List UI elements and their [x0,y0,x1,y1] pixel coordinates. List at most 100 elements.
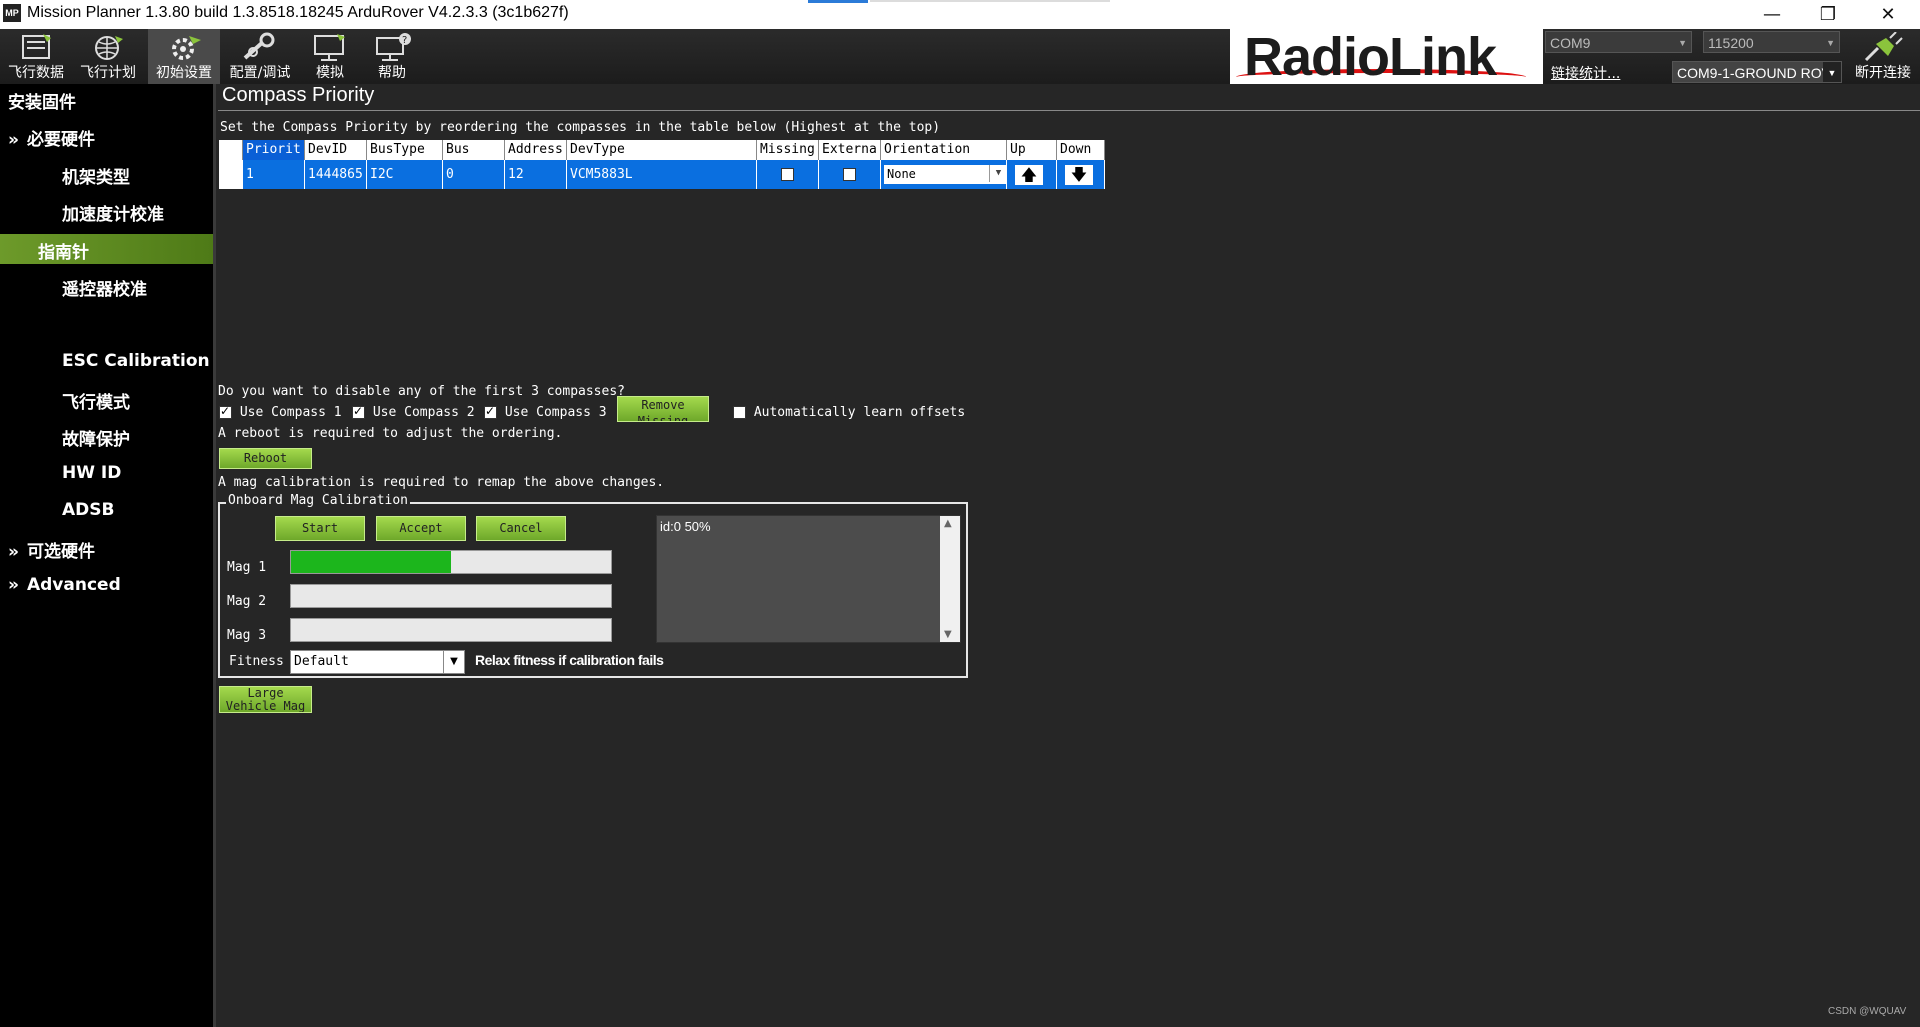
row-header[interactable] [219,160,243,189]
sidebar-item-hw-id[interactable]: HW ID [62,463,121,483]
cancel-button[interactable]: Cancel [476,516,566,541]
initial-setup-icon [172,36,201,60]
auto-learn-checkbox[interactable] [733,406,746,419]
link-stats-link[interactable]: 链接统计... [1551,63,1620,83]
sidebar-item-mandatory-hardware[interactable]: » 必要硬件 [8,125,95,150]
cell-address[interactable]: 12 [505,160,567,189]
chevron-down-icon: ▼ [1823,62,1841,82]
close-button[interactable]: ✕ [1860,0,1916,29]
sidebar-item-install-firmware[interactable]: 安装固件 [8,88,76,113]
setup-sidebar: 安装固件 » 必要硬件 机架类型 加速度计校准 指南针 遥控器校准 ESC Cal… [0,84,213,1027]
group-legend: Onboard Mag Calibration [226,493,411,508]
sidebar-item-compass[interactable]: 指南针 [0,234,213,264]
arrow-up-icon: 🡅 [1020,165,1038,184]
cell-priority[interactable]: 1 [243,160,305,189]
sidebar-item-adsb[interactable]: ADSB [62,500,114,520]
move-down-button[interactable]: 🡇 [1065,165,1093,185]
toolbar-label: 飞行数据 [8,65,64,81]
toolbar-config-tuning[interactable]: 配置/调试 [224,29,296,84]
auto-learn-offsets[interactable]: Automatically learn offsets [733,405,965,420]
plug-icon [1864,32,1903,62]
page-title: Compass Priority [222,84,375,106]
sidebar-item-advanced[interactable]: » Advanced [8,575,121,595]
cell-external[interactable] [819,160,881,189]
minimize-button[interactable]: — [1744,0,1800,29]
disconnect-button[interactable]: 断开连接 [1846,29,1920,84]
cell-bustype[interactable]: I2C [367,160,443,189]
column-header[interactable]: Missing [757,140,819,160]
cell-bus[interactable]: 0 [443,160,505,189]
cell-up[interactable]: 🡅 [1007,160,1057,189]
cell-down[interactable]: 🡇 [1057,160,1105,189]
reboot-note: A reboot is required to adjust the order… [218,426,563,441]
use-compass-3-checkbox[interactable] [484,404,497,419]
calibration-log[interactable]: id:0 50% ▲ ▼ [656,515,961,643]
chevron-down-icon: ▼ [1678,38,1687,48]
use-compass-3[interactable]: Use Compass 3 [484,404,607,420]
sidebar-item-frame-type[interactable]: 机架类型 [62,163,130,188]
toolbar-initial-setup[interactable]: 初始设置 [148,29,220,84]
cell-devtype[interactable]: VCM5883L [567,160,757,189]
sidebar-item-label: Advanced [26,575,121,595]
sidebar-item-radio-calibration[interactable]: 遥控器校准 [62,275,147,300]
column-header[interactable]: DevID [305,140,367,160]
restore-button[interactable]: ❐ [1800,0,1856,29]
large-vehicle-mag-button[interactable]: Large Vehicle Mag [219,686,312,713]
scroll-up-icon[interactable]: ▲ [944,518,952,529]
fitness-select[interactable]: Default ▼ [290,650,465,674]
chevron-down-icon: ▼ [989,165,1006,182]
cell-orientation[interactable]: None ▼ [881,160,1007,189]
log-text: id:0 50% [660,519,711,534]
svg-text:?: ? [402,35,407,46]
sidebar-item-failsafe[interactable]: 故障保护 [62,425,130,450]
column-header[interactable]: BusType [367,140,443,160]
baud-select[interactable]: 115200 ▼ [1703,31,1840,53]
column-header[interactable]: Orientation [881,140,1007,160]
sidebar-item-label: 可选硬件 [26,542,95,562]
column-header[interactable]: Externa [819,140,881,160]
toolbar-flight-data[interactable]: 飞行数据 [0,29,72,84]
sidebar-item-accel-calibration[interactable]: 加速度计校准 [62,200,164,225]
sidebar-item-flight-modes[interactable]: 飞行模式 [62,388,130,413]
log-scrollbar[interactable]: ▲ ▼ [940,516,960,642]
connection-select[interactable]: COM9-1-GROUND ROVER ▼ [1672,61,1842,83]
column-header[interactable]: Priorit [243,140,305,160]
use-compass-1-label: Use Compass 1 [239,405,342,420]
reboot-button[interactable]: Reboot [219,448,312,469]
use-compass-1[interactable]: Use Compass 1 [219,404,342,420]
column-header[interactable]: DevType [567,140,757,160]
remove-missing-button[interactable]: Remove Missing [617,396,709,422]
external-checkbox[interactable] [843,168,856,181]
column-header[interactable]: Address [505,140,567,160]
accept-button[interactable]: Accept [376,516,466,541]
start-button[interactable]: Start [275,516,365,541]
compass-priority-table[interactable]: Priorit DevID BusType Bus Address DevTyp… [219,140,1105,189]
mag-3-label: Mag 3 [227,628,267,643]
sidebar-item-esc-calibration[interactable]: ESC Calibration [62,351,210,371]
move-up-button[interactable]: 🡅 [1015,165,1043,185]
mag-cal-note: A mag calibration is required to remap t… [218,475,665,490]
cell-missing[interactable] [757,160,819,189]
orientation-select[interactable]: None ▼ [884,165,1006,184]
connection-value: COM9-1-GROUND ROVER [1677,65,1842,81]
column-header[interactable]: Down [1057,140,1105,160]
column-header[interactable]: Bus [443,140,505,160]
config-tuning-icon [243,32,275,60]
toolbar-help[interactable]: ? 帮助 [356,29,428,84]
sidebar-divider [213,84,216,1027]
use-compass-2[interactable]: Use Compass 2 [352,404,475,420]
cell-devid[interactable]: 1444865 [305,160,367,189]
window-title: Mission Planner 1.3.80 build 1.3.8518.18… [27,4,569,21]
use-compass-2-checkbox[interactable] [352,404,365,419]
use-compass-1-checkbox[interactable] [219,404,232,419]
fitness-value: Default [294,654,349,669]
port-select[interactable]: COM9 ▼ [1545,31,1692,53]
missing-checkbox[interactable] [781,168,794,181]
mag-1-progress [290,550,612,574]
toolbar-flight-plan[interactable]: 飞行计划 [72,29,144,84]
column-header[interactable]: Up [1007,140,1057,160]
sidebar-item-optional-hardware[interactable]: » 可选硬件 [8,537,95,562]
chevron-down-icon: ▼ [1826,38,1835,48]
scroll-down-icon[interactable]: ▼ [944,629,952,640]
row-header-corner [219,140,243,160]
